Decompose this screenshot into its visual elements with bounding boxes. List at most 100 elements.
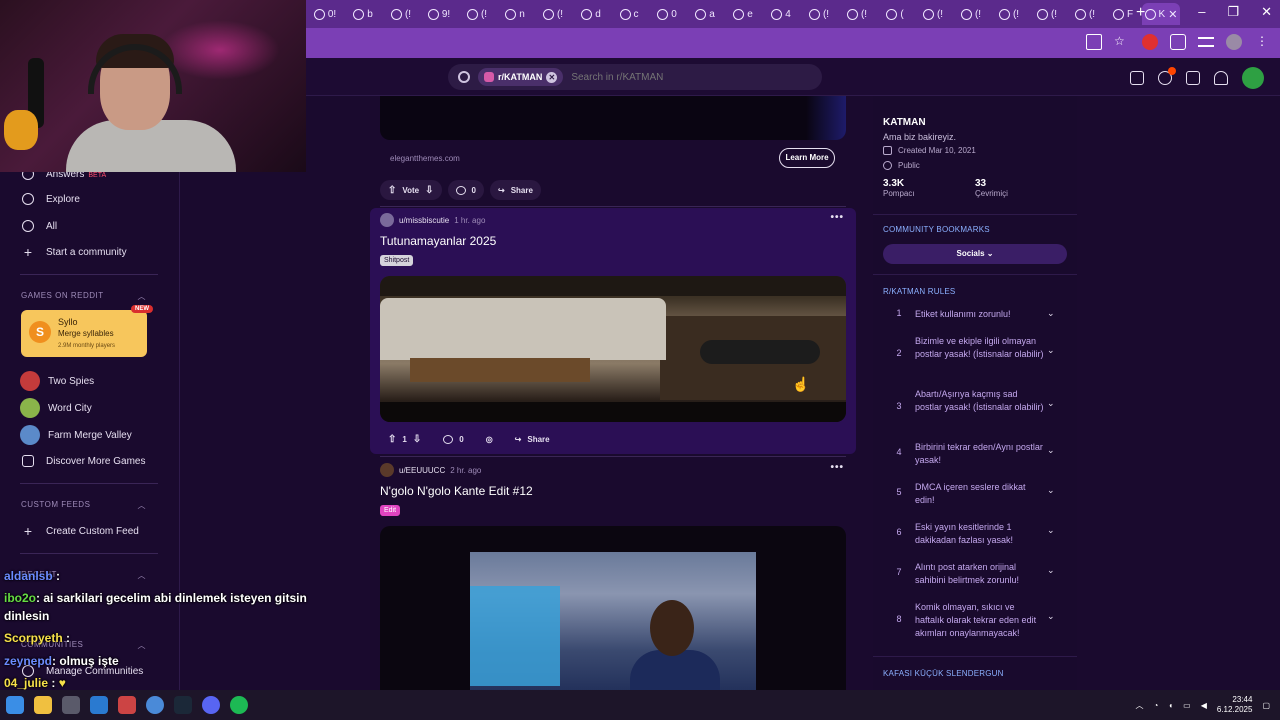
custom-feeds-section-header[interactable]: CUSTOM FEEDS ︿: [21, 500, 146, 511]
chat-icon[interactable]: [1158, 67, 1176, 85]
app-icon[interactable]: [90, 696, 108, 714]
start-icon[interactable]: [6, 696, 24, 714]
post-author[interactable]: u/EEUUUCC: [399, 466, 445, 475]
install-icon[interactable]: [1086, 34, 1102, 50]
steam-icon[interactable]: [174, 696, 192, 714]
ad-image[interactable]: [380, 96, 846, 140]
socials-dropdown[interactable]: Socials ⌄: [883, 244, 1067, 264]
featured-game-card[interactable]: S Syllo Merge syllables 2.9M monthly pla…: [21, 305, 153, 357]
search-scope-chip[interactable]: r/KATMAN ✕: [478, 68, 564, 86]
bell-icon[interactable]: [1214, 71, 1228, 85]
more-options-icon[interactable]: •••: [830, 462, 844, 473]
browser-tab[interactable]: (!: [534, 3, 572, 25]
chevron-down-icon[interactable]: ⌄: [1047, 445, 1055, 456]
browser-tab[interactable]: (: [876, 3, 914, 25]
nav-create-custom-feed[interactable]: + Create Custom Feed: [22, 524, 139, 538]
game-two-spies[interactable]: Two Spies: [20, 371, 94, 391]
chevron-down-icon[interactable]: ⌄: [1047, 565, 1055, 576]
search-bar[interactable]: r/KATMAN ✕: [448, 64, 822, 90]
nav-all[interactable]: All: [22, 220, 57, 232]
nav-explore[interactable]: Explore: [22, 193, 80, 205]
discord-icon[interactable]: [202, 696, 220, 714]
volume-icon[interactable]: ◀: [1201, 701, 1207, 710]
advertise-icon[interactable]: [1130, 71, 1144, 85]
nav-discover-games[interactable]: Discover More Games: [22, 455, 145, 467]
chevron-down-icon[interactable]: ⌄: [1047, 611, 1055, 622]
bookmark-star-icon[interactable]: ☆: [1114, 34, 1130, 50]
browser-tab[interactable]: 0: [648, 3, 686, 25]
display-icon[interactable]: ▭: [1183, 701, 1191, 710]
author-avatar[interactable]: [380, 463, 394, 477]
browser-tab[interactable]: a: [686, 3, 724, 25]
game-word-city[interactable]: Word City: [20, 398, 92, 418]
game-farm-merge-valley[interactable]: Farm Merge Valley: [20, 425, 132, 445]
network-icon[interactable]: ◔: [1153, 701, 1158, 710]
downvote-icon[interactable]: ⇩: [425, 185, 433, 196]
app-icon[interactable]: [118, 696, 136, 714]
close-tab-icon[interactable]: ✕: [1168, 8, 1177, 21]
browser-tab[interactable]: (!: [1066, 3, 1104, 25]
learn-more-button[interactable]: Learn More: [779, 148, 835, 168]
chevron-up-icon[interactable]: ︿: [1135, 700, 1143, 711]
chevron-down-icon[interactable]: ⌄: [1047, 485, 1055, 496]
share-button[interactable]: ↪ Share: [507, 429, 558, 449]
browser-tab[interactable]: 4: [762, 3, 800, 25]
nav-start-community[interactable]: + Start a community: [22, 245, 127, 259]
games-section-header[interactable]: GAMES ON REDDIT ︿: [21, 291, 146, 302]
vote-control[interactable]: ⇧ 1 ⇩: [380, 429, 429, 449]
browser-tab[interactable]: 9!: [420, 3, 458, 25]
browser-tab[interactable]: c: [610, 3, 648, 25]
chevron-down-icon[interactable]: ⌄: [1047, 308, 1055, 319]
browser-tab[interactable]: (!: [458, 3, 496, 25]
maximize-icon[interactable]: ❐: [1227, 4, 1239, 20]
downvote-icon[interactable]: ⇩: [413, 434, 421, 445]
search-input[interactable]: [571, 71, 792, 83]
browser-tab[interactable]: d: [572, 3, 610, 25]
video-player[interactable]: [380, 526, 846, 690]
post-flair[interactable]: Shitpost: [380, 255, 414, 266]
browser-tab[interactable]: e: [724, 3, 762, 25]
author-avatar[interactable]: [380, 213, 394, 227]
post-author[interactable]: u/missbiscutie: [399, 216, 449, 225]
media-icon[interactable]: [1198, 37, 1214, 47]
close-icon[interactable]: ✕: [1261, 4, 1272, 20]
chevron-down-icon[interactable]: ⌄: [1047, 525, 1055, 536]
post-flair[interactable]: Edit: [380, 505, 401, 516]
chevron-down-icon[interactable]: ⌄: [1047, 345, 1055, 356]
notifications-icon[interactable]: ▢: [1262, 701, 1270, 710]
browser-tab[interactable]: 0!: [306, 3, 344, 25]
browser-tab[interactable]: (!: [1028, 3, 1066, 25]
award-button[interactable]: ◎: [478, 429, 501, 449]
browser-tab[interactable]: b: [344, 3, 382, 25]
browser-tab[interactable]: (!: [838, 3, 876, 25]
post-title[interactable]: Tutunamayanlar 2025: [380, 234, 496, 248]
browser-tab[interactable]: (!: [800, 3, 838, 25]
browser-tab[interactable]: (!: [914, 3, 952, 25]
comments-button[interactable]: 0: [447, 180, 484, 200]
more-options-icon[interactable]: •••: [830, 212, 844, 223]
browser-tab[interactable]: K ✕: [1142, 3, 1180, 25]
post-card[interactable]: u/missbiscutie 1 hr. ago ••• Tutunamayan…: [370, 208, 856, 454]
user-avatar[interactable]: [1242, 67, 1264, 89]
menu-icon[interactable]: ⋮: [1254, 34, 1270, 50]
upvote-icon[interactable]: ⇧: [388, 185, 396, 196]
browser-tab[interactable]: (!: [990, 3, 1028, 25]
post-video[interactable]: [380, 526, 846, 690]
profile-icon[interactable]: [1226, 34, 1242, 50]
ad-domain[interactable]: elegantthemes.com: [390, 154, 460, 163]
chrome-icon[interactable]: [146, 696, 164, 714]
post-card[interactable]: u/EEUUUCC 2 hr. ago ••• N'golo N'golo Ka…: [370, 458, 856, 690]
vote-button[interactable]: ⇧ Vote ⇩: [380, 180, 442, 200]
share-button[interactable]: ↪ Share: [489, 180, 541, 200]
puzzle-icon[interactable]: [1170, 34, 1186, 50]
post-title[interactable]: N'golo N'golo Kante Edit #12: [380, 484, 533, 498]
browser-tab[interactable]: (!: [382, 3, 420, 25]
chevron-down-icon[interactable]: ⌄: [1047, 398, 1055, 409]
extension-icon[interactable]: [1142, 34, 1158, 50]
spotify-icon[interactable]: [230, 696, 248, 714]
create-post-icon[interactable]: [1186, 71, 1200, 85]
browser-tab[interactable]: (!: [952, 3, 990, 25]
upvote-icon[interactable]: ⇧: [388, 434, 396, 445]
file-explorer-icon[interactable]: [34, 696, 52, 714]
post-image[interactable]: [380, 276, 846, 422]
